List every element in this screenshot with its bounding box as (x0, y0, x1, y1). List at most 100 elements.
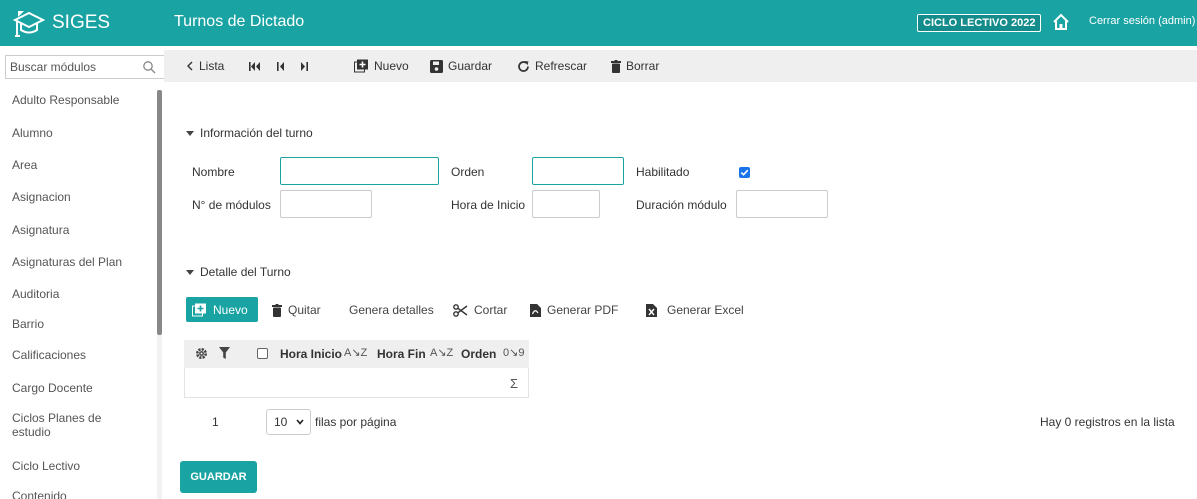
chevron-left-icon (187, 61, 193, 71)
detail-section-header[interactable]: Detalle del Turno (186, 265, 291, 279)
collapse-triangle-icon (186, 269, 194, 275)
borrar-label: Borrar (626, 59, 660, 73)
collapse-triangle-icon (186, 130, 194, 136)
sidebar-item-auditoria[interactable]: Auditoria (12, 287, 142, 301)
page-number[interactable]: 1 (212, 415, 219, 429)
sort-az-icon[interactable]: A↘Z (344, 346, 367, 359)
refrescar-button[interactable]: Refrescar (517, 59, 587, 73)
nuevo-toolbar-label: Nuevo (374, 59, 409, 73)
add-icon (192, 303, 206, 316)
lista-button[interactable]: Lista (186, 59, 224, 73)
trash-icon (611, 59, 621, 73)
modulos-input[interactable] (280, 190, 372, 218)
checkmark-icon (740, 169, 749, 176)
module-search (5, 55, 165, 79)
sidebar-item-area[interactable]: Area (12, 158, 142, 172)
sidebar-item-asignatura[interactable]: Asignatura (12, 223, 142, 237)
duracion-input[interactable] (736, 190, 828, 218)
nombre-label: Nombre (192, 165, 235, 179)
sidebar-item-adulto-responsable[interactable]: Adulto Responsable (12, 93, 142, 107)
page-title: Turnos de Dictado (174, 13, 305, 30)
guardar-toolbar-button[interactable]: Guardar (430, 59, 492, 73)
filter-icon[interactable] (219, 347, 230, 360)
sidebar: Adulto Responsable Alumno Area Asignacio… (0, 84, 156, 499)
home-icon[interactable] (1052, 13, 1070, 31)
select-all-checkbox[interactable] (257, 348, 268, 359)
module-search-input[interactable] (6, 56, 136, 78)
sidebar-scrollbar-track (157, 335, 162, 499)
info-section-title: Información del turno (200, 126, 313, 140)
record-count: Hay 0 registros en la lista (1040, 415, 1175, 429)
first-record-icon[interactable] (249, 62, 261, 71)
brand[interactable]: SIGES (0, 0, 160, 46)
duracion-label: Duración módulo (636, 198, 727, 212)
cortar-button[interactable]: Cortar (453, 303, 507, 317)
refresh-icon (518, 60, 529, 72)
generar-pdf-button[interactable]: Generar PDF (530, 303, 618, 317)
quitar-label: Quitar (288, 303, 321, 317)
sidebar-item-alumno[interactable]: Alumno (12, 126, 142, 140)
ciclo-lectivo-badge[interactable]: CICLO LECTIVO 2022 (917, 14, 1042, 32)
next-record-icon[interactable] (300, 62, 308, 71)
guardar-button[interactable]: GUARDAR (180, 461, 257, 493)
generar-excel-label: Generar Excel (667, 303, 744, 317)
nuevo-detalle-button[interactable]: Nuevo (186, 297, 258, 322)
save-icon (430, 59, 443, 73)
sidebar-item-ciclo-lectivo[interactable]: Ciclo Lectivo (12, 459, 142, 473)
hora-inicio-label: Hora de Inicio (451, 198, 526, 212)
sidebar-scrollbar-thumb[interactable] (157, 90, 162, 335)
orden-label: Orden (451, 165, 485, 179)
nuevo-detalle-label: Nuevo (213, 302, 248, 317)
page-size-value: 10 (274, 415, 288, 429)
sidebar-item-ciclos-planes[interactable]: Ciclos Planes de estudio (12, 411, 142, 439)
record-toolbar: Lista Nuevo Guardar Refrescar Borrar (164, 50, 1197, 82)
logout-link[interactable]: Cerrar sesión (admin) (1089, 15, 1195, 27)
habilitado-label: Habilitado (636, 165, 690, 179)
column-orden[interactable]: Orden (461, 347, 496, 361)
genera-detalles-button[interactable]: Genera detalles (349, 303, 434, 317)
rows-per-page-label: filas por página (315, 415, 397, 429)
lista-label: Lista (199, 59, 225, 73)
sidebar-item-cargo-docente[interactable]: Cargo Docente (12, 381, 142, 395)
chevron-down-icon (296, 419, 304, 425)
column-hora-fin[interactable]: Hora Fin (377, 347, 426, 361)
modulos-label: N° de módulos (192, 198, 271, 212)
generar-excel-button[interactable]: Generar Excel (646, 303, 744, 317)
guardar-toolbar-label: Guardar (448, 59, 493, 73)
sidebar-item-barrio[interactable]: Barrio (12, 317, 142, 331)
sort-09-icon[interactable]: 0↘9 (503, 346, 524, 359)
search-icon[interactable] (142, 60, 156, 74)
brand-name: SIGES (52, 12, 111, 33)
detail-section-title: Detalle del Turno (200, 265, 291, 279)
add-record-icon (354, 59, 368, 73)
sort-az-icon[interactable]: A↘Z (430, 346, 453, 359)
page-size-select[interactable]: 10 (266, 409, 311, 435)
gear-icon[interactable] (195, 347, 208, 360)
sum-icon[interactable]: Σ (510, 376, 518, 391)
quitar-button[interactable]: Quitar (272, 303, 321, 317)
habilitado-checkbox[interactable] (739, 167, 750, 178)
hora-inicio-input[interactable] (532, 190, 600, 218)
genera-detalles-label: Genera detalles (349, 303, 434, 317)
graduation-cap-logo-icon (12, 11, 46, 37)
sidebar-item-asignacion[interactable]: Asignacion (12, 190, 142, 204)
scissors-icon (453, 303, 468, 317)
excel-file-icon (646, 303, 657, 317)
pdf-file-icon (530, 303, 541, 317)
orden-input[interactable] (532, 157, 624, 185)
refrescar-label: Refrescar (535, 59, 588, 73)
trash-icon (272, 303, 282, 317)
top-bar: SIGES Turnos de Dictado CICLO LECTIVO 20… (0, 0, 1197, 46)
sidebar-item-calificaciones[interactable]: Calificaciones (12, 348, 142, 362)
detail-grid-header: Hora Inicio A↘Z Hora Fin A↘Z Orden 0↘9 (184, 340, 529, 368)
sidebar-item-contenido[interactable]: Contenido (12, 489, 142, 499)
previous-record-icon[interactable] (277, 62, 285, 71)
borrar-button[interactable]: Borrar (611, 59, 659, 73)
column-hora-inicio[interactable]: Hora Inicio (280, 347, 342, 361)
sidebar-item-asignaturas-del-plan[interactable]: Asignaturas del Plan (12, 255, 142, 269)
nuevo-toolbar-button[interactable]: Nuevo (354, 59, 409, 73)
generar-pdf-label: Generar PDF (547, 303, 619, 317)
nombre-input[interactable] (280, 157, 439, 185)
cortar-label: Cortar (474, 303, 508, 317)
info-section-header[interactable]: Información del turno (186, 126, 313, 140)
